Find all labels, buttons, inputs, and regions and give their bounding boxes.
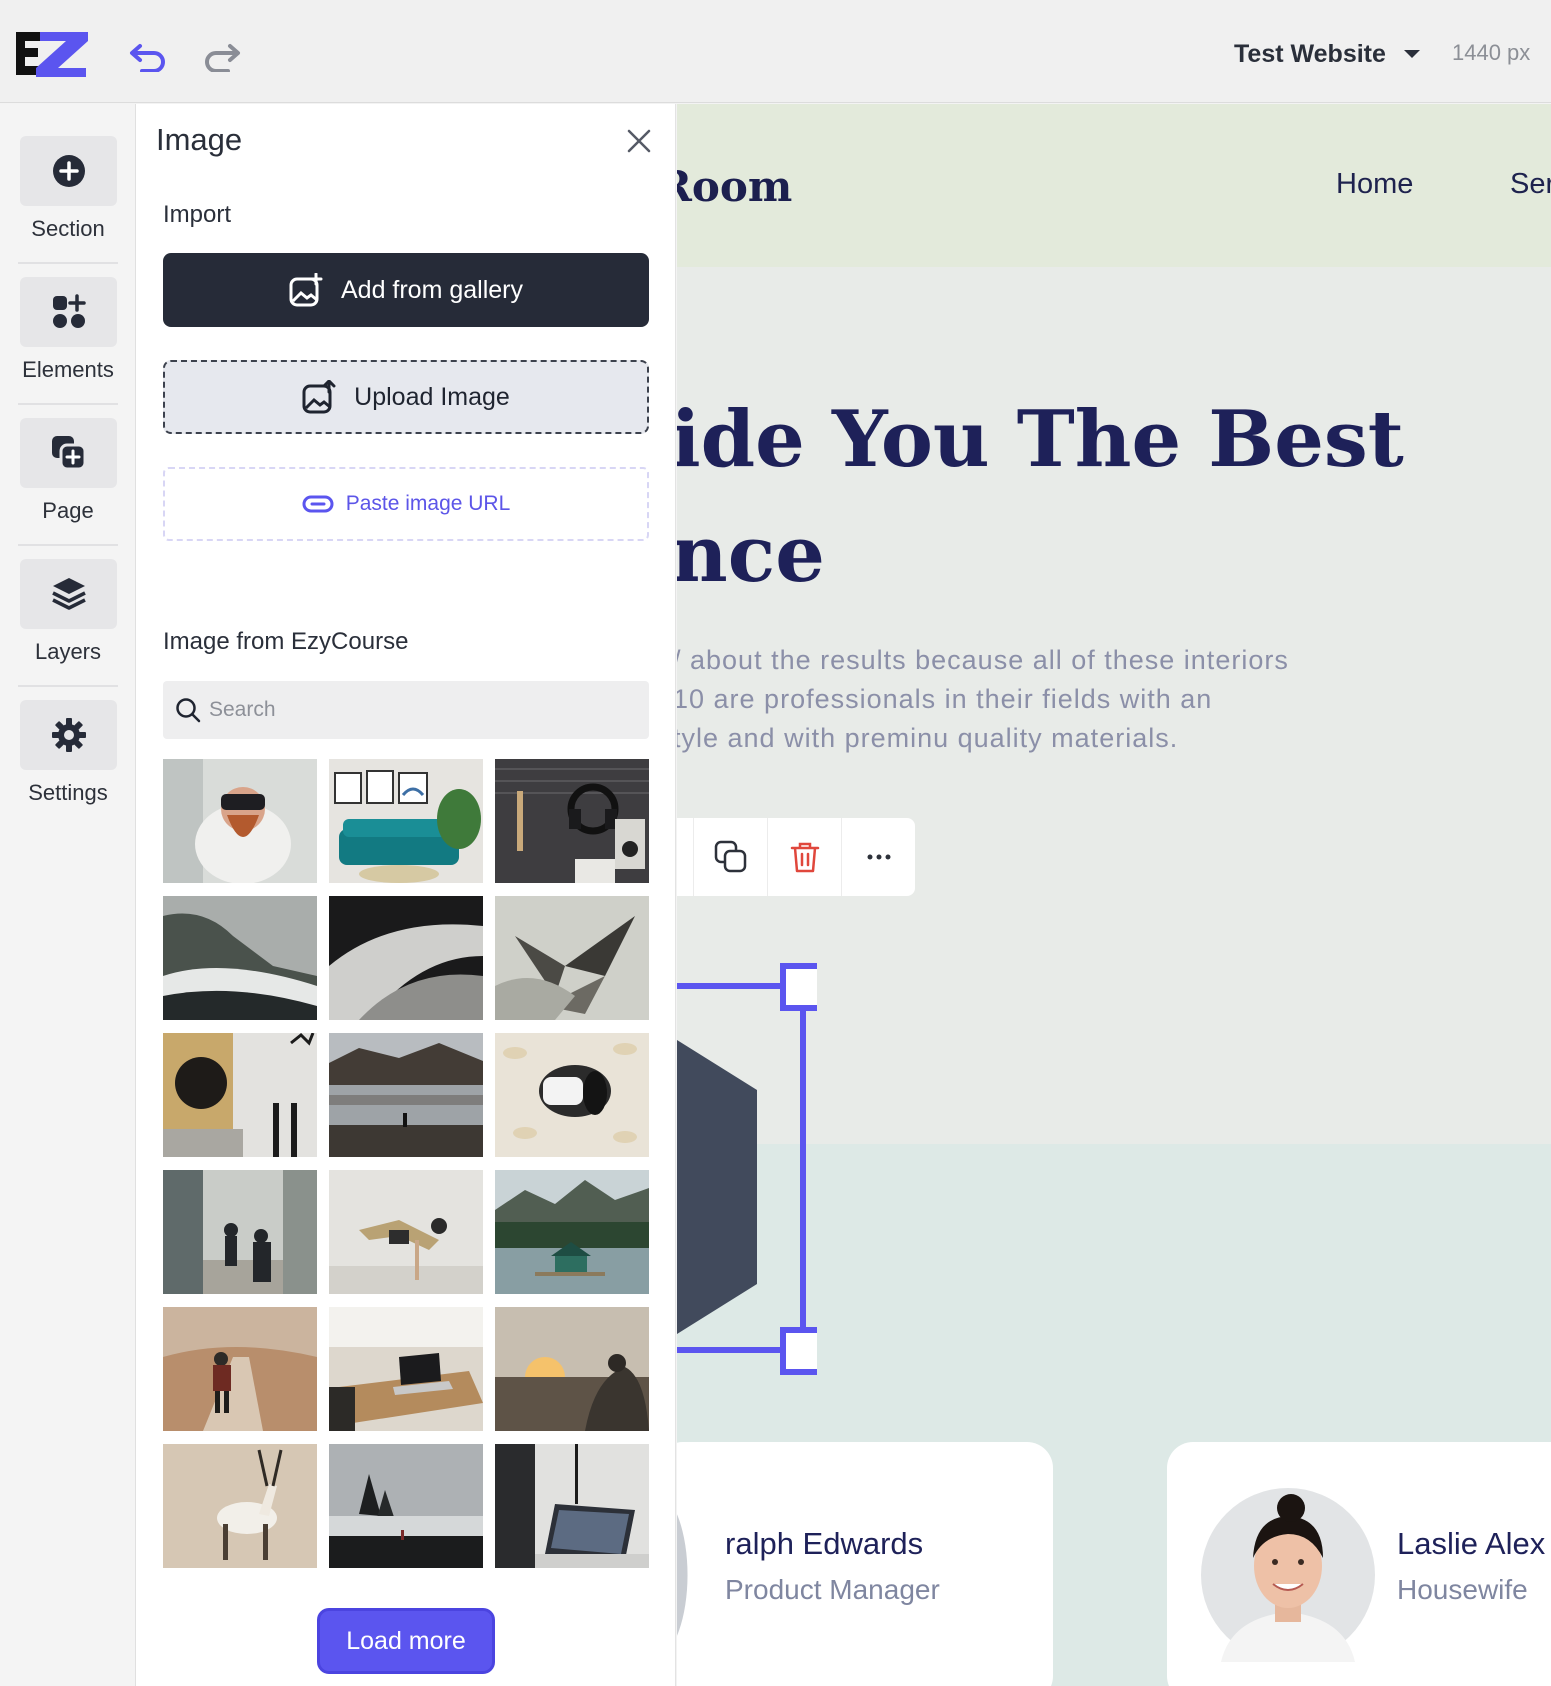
site-selector[interactable]: Test Website — [1234, 36, 1420, 72]
nav-link-services[interactable]: Ser — [1510, 168, 1551, 201]
image-thumbnail[interactable] — [495, 759, 649, 883]
add-from-gallery-label: Add from gallery — [340, 275, 524, 304]
close-icon[interactable] — [624, 126, 654, 156]
image-thumbnail[interactable] — [329, 1307, 483, 1431]
caret-down-icon — [1403, 50, 1420, 58]
image-thumbnail[interactable] — [163, 1307, 317, 1431]
image-thumbnail[interactable] — [163, 759, 317, 883]
card-role: Product Manager — [725, 1574, 940, 1605]
search-icon — [176, 698, 201, 723]
image-thumbnail[interactable] — [163, 896, 317, 1020]
hero-paragraph-line-2[interactable]: 10 are professionals in their fields wit… — [677, 684, 1212, 715]
upload-image-button[interactable]: Upload Image — [163, 360, 649, 434]
avatar — [677, 1514, 688, 1636]
image-thumbnail[interactable] — [329, 1033, 483, 1157]
library-heading: Image from EzyCourse — [163, 628, 409, 655]
rail-item-elements[interactable]: Elements — [0, 245, 136, 386]
site-logo[interactable]: Room — [677, 162, 792, 211]
page-add-icon — [51, 436, 86, 471]
image-thumbnail[interactable] — [329, 1170, 483, 1294]
resize-handle[interactable] — [780, 1327, 817, 1375]
viewport-width-readout[interactable]: 1440 px — [1452, 40, 1530, 66]
site-header: Room Home Ser — [677, 104, 1551, 267]
redo-icon[interactable] — [202, 38, 242, 72]
testimonial-card-1[interactable]: ralph Edwards Product Manager — [677, 1442, 1053, 1686]
undo-icon[interactable] — [128, 38, 168, 72]
image-thumbnail[interactable] — [495, 1307, 649, 1431]
resize-handle[interactable] — [780, 963, 817, 1011]
left-rail: Section Elements Page Layers Settings — [0, 104, 136, 1686]
image-thumbnail[interactable] — [495, 1033, 649, 1157]
avatar — [1201, 1488, 1375, 1662]
load-more-button[interactable]: Load more — [317, 1608, 495, 1674]
import-heading: Import — [163, 201, 232, 228]
upload-image-label: Upload Image — [354, 382, 510, 411]
paste-image-url-label: Paste image URL — [345, 492, 511, 515]
link-icon — [302, 495, 334, 513]
elements-icon — [52, 294, 86, 328]
top-bar: Test Website 1440 px — [0, 0, 1551, 103]
image-thumbnail[interactable] — [495, 1170, 649, 1294]
image-thumbnail[interactable] — [495, 1444, 649, 1568]
delete-button[interactable] — [767, 818, 841, 896]
image-thumbnail[interactable] — [329, 1444, 483, 1568]
duplicate-button[interactable] — [693, 818, 767, 896]
image-thumbnail[interactable] — [329, 759, 483, 883]
rail-label-settings: Settings — [28, 780, 108, 805]
hero-paragraph-line-3[interactable]: tyle and with preminu quality materials. — [677, 723, 1178, 754]
gallery-add-icon — [289, 273, 323, 307]
website-canvas[interactable]: Room Home Ser ide You The Best nce / abo… — [677, 104, 1551, 1686]
plus-circle-icon — [52, 155, 85, 187]
layers-icon — [51, 578, 86, 610]
rail-label-page: Page — [42, 498, 94, 523]
more-options-button[interactable] — [841, 818, 915, 896]
rail-item-layers[interactable]: Layers — [0, 527, 136, 668]
image-thumbnail[interactable] — [495, 896, 649, 1020]
rail-item-section[interactable]: Section — [0, 104, 136, 245]
add-from-gallery-button[interactable]: Add from gallery — [163, 253, 649, 327]
ezycourse-logo[interactable] — [16, 28, 92, 82]
gear-icon — [51, 718, 86, 752]
rail-item-page[interactable]: Page — [0, 386, 136, 527]
image-search — [163, 681, 649, 739]
image-thumbnail[interactable] — [163, 1033, 317, 1157]
testimonial-card-2[interactable]: Laslie Alex Housewife — [1167, 1442, 1551, 1686]
upload-icon — [302, 380, 336, 414]
hero-paragraph-line-1[interactable]: / about the results because all of these… — [677, 645, 1289, 676]
rail-label-layers: Layers — [34, 639, 102, 664]
hero-title-line-1[interactable]: ide You The Best — [677, 394, 1404, 485]
card-name: Laslie Alex — [1397, 1526, 1546, 1561]
card-role: Housewife — [1397, 1574, 1528, 1605]
panel-title: Image — [156, 122, 243, 157]
rail-item-settings[interactable]: Settings — [0, 668, 136, 809]
trash-icon — [790, 842, 819, 873]
site-name: Test Website — [1234, 39, 1386, 68]
more-horizontal-icon — [867, 854, 890, 860]
paste-image-url-button[interactable]: Paste image URL — [163, 467, 649, 541]
selected-image-element[interactable] — [677, 944, 817, 1384]
card-name: ralph Edwards — [725, 1526, 924, 1561]
duplicate-icon — [714, 840, 746, 873]
image-thumbnail[interactable] — [163, 1444, 317, 1568]
nav-link-home[interactable]: Home — [1336, 168, 1413, 201]
hero-title-line-2[interactable]: nce — [677, 509, 825, 600]
image-thumbnail[interactable] — [329, 896, 483, 1020]
image-thumbnail[interactable] — [163, 1170, 317, 1294]
element-toolbar — [677, 818, 915, 896]
rail-label-section: Section — [31, 216, 105, 241]
rail-label-elements: Elements — [22, 357, 114, 382]
image-panel: Image Import Add from gallery Upload Ima… — [136, 104, 676, 1686]
search-input[interactable] — [209, 698, 629, 722]
